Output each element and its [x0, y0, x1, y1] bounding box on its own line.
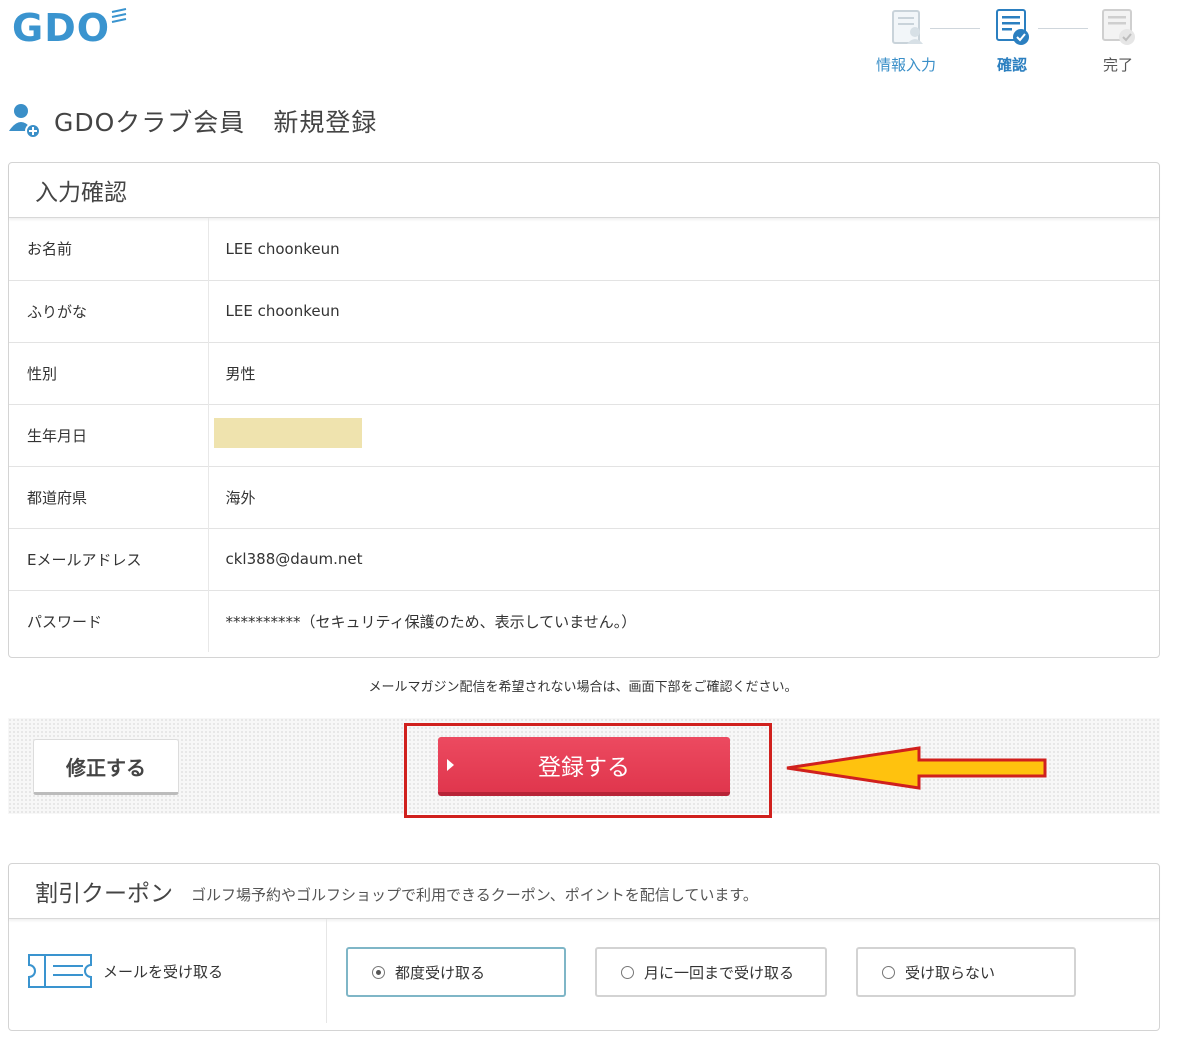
step-confirm: 確認 [972, 6, 1052, 75]
step-label: 確認 [996, 56, 1027, 74]
field-label: 都道府県 [9, 465, 209, 528]
radio-selected-icon [372, 965, 385, 979]
field-value: **********（セキュリティ保護のため、表示していません。） [208, 589, 1159, 652]
redaction-mask [213, 418, 362, 448]
table-row: ふりがな LEE choonkeun [9, 279, 1159, 342]
field-label: 生年月日 [9, 403, 209, 466]
page-title: GDOクラブ会員 新規登録 [8, 100, 377, 142]
field-label: パスワード [9, 589, 209, 652]
edit-button[interactable]: 修正する [33, 739, 179, 795]
coupon-header: 割引クーポン ゴルフ場予約やゴルフショップで利用できるクーポン、ポイントを配信し… [9, 864, 1159, 919]
coupon-panel: 割引クーポン ゴルフ場予約やゴルフショップで利用できるクーポン、ポイントを配信し… [8, 863, 1160, 1031]
field-value: LEE choonkeun [225, 239, 340, 258]
logo-text: GDO [12, 6, 111, 50]
confirmation-table: お名前 LEE choonkeun ふりがな LEE choonkeun 性別 … [9, 218, 1159, 652]
mail-receive-label: メールを受け取る [103, 962, 224, 981]
coupon-ticket-icon [28, 954, 92, 988]
option-label: 月に一回まで受け取る [644, 963, 795, 982]
option-monthly[interactable]: 月に一回まで受け取る [595, 947, 827, 997]
table-row: Eメールアドレス ckl388@daum.net [9, 527, 1159, 590]
step-label: 情報入力 [875, 56, 936, 74]
mail-receive-label-cell: メールを受け取る [9, 919, 327, 1023]
confirmation-heading: 入力確認 [35, 180, 127, 206]
logo-swoosh-icon [111, 8, 127, 23]
mail-magazine-note: メールマガジン配信を希望されない場合は、画面下部をご確認ください。 [368, 680, 798, 695]
progress-steps: 情報入力 確認 完了 [866, 6, 1156, 76]
table-row: 性別 男性 [9, 341, 1159, 404]
field-label: Eメールアドレス [9, 527, 209, 590]
field-label: ふりがな [9, 279, 209, 342]
page-title-text: GDOクラブ会員 [54, 108, 246, 137]
table-row: パスワード **********（セキュリティ保護のため、表示していません。） [9, 589, 1159, 652]
step-label: 完了 [1102, 56, 1133, 74]
coupon-body: メールを受け取る 都度受け取る 月に一回まで受け取る 受け取らない [9, 919, 1159, 1031]
field-label: お名前 [9, 218, 209, 280]
play-icon [447, 759, 454, 771]
coupon-heading: 割引クーポン [35, 881, 173, 907]
complete-form-icon [1102, 9, 1135, 45]
arrow-annotation-icon [786, 746, 1047, 790]
confirmation-panel: 入力確認 お名前 LEE choonkeun ふりがな LEE choonkeu… [8, 162, 1160, 658]
table-row: お名前 LEE choonkeun [9, 218, 1159, 280]
option-label: 都度受け取る [395, 963, 486, 982]
table-row: 生年月日 [9, 403, 1159, 466]
field-value: 男性 [208, 341, 1159, 404]
page-subtitle-text: 新規登録 [273, 108, 378, 137]
form-entry-icon [892, 10, 923, 44]
register-button-label: 登録する [538, 754, 630, 781]
field-value: LEE choonkeun [208, 279, 1159, 342]
step-input: 情報入力 [866, 6, 946, 75]
field-label: 性別 [9, 341, 209, 404]
register-button[interactable]: 登録する [438, 737, 730, 796]
option-each-time[interactable]: 都度受け取る [346, 947, 566, 997]
option-none[interactable]: 受け取らない [856, 947, 1076, 997]
field-value: 海外 [208, 465, 1159, 528]
option-label: 受け取らない [905, 963, 996, 982]
add-user-icon [9, 104, 41, 139]
table-row: 都道府県 海外 [9, 465, 1159, 528]
field-value-redacted [208, 403, 1159, 466]
coupon-description: ゴルフ場予約やゴルフショップで利用できるクーポン、ポイントを配信しています。 [191, 885, 758, 904]
radio-icon [621, 965, 634, 979]
confirm-form-icon [996, 9, 1029, 45]
field-value: ckl388@daum.net [208, 527, 1159, 590]
step-complete: 完了 [1078, 6, 1158, 75]
gdo-logo[interactable]: GDO [12, 6, 127, 50]
confirmation-header: 入力確認 [9, 163, 1159, 218]
radio-icon [882, 965, 895, 979]
